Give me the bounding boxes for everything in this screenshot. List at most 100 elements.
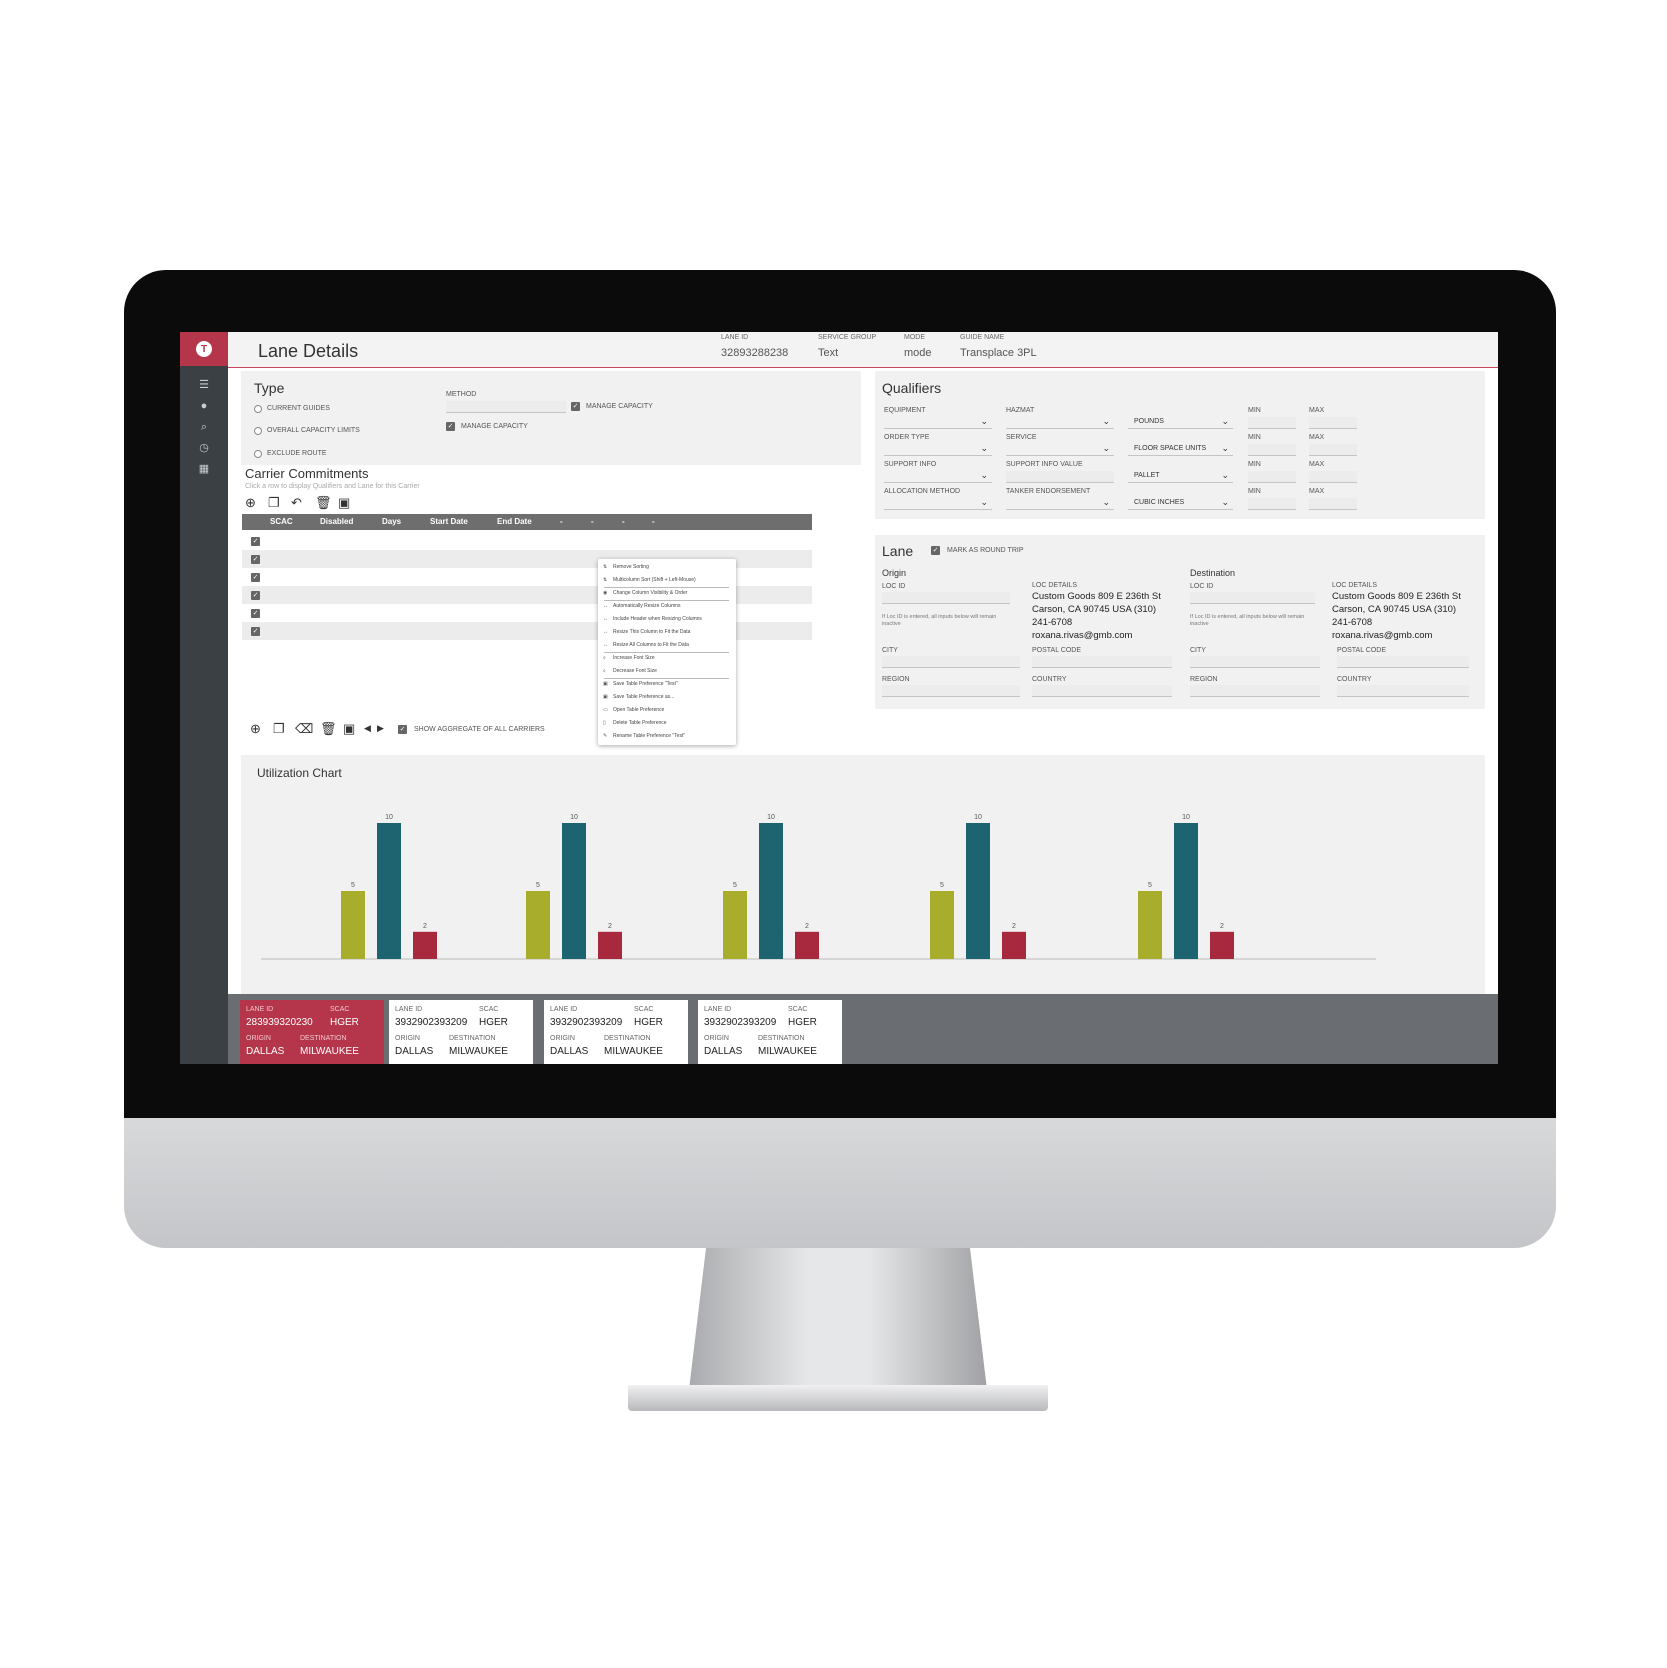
dashboard-icon[interactable]: ▦ [196,462,212,476]
menu-item-open-pref[interactable]: ▭ Open Table Preference [603,707,664,713]
delete-icon[interactable]: 🗑 [315,495,332,511]
col-days[interactable]: Days [382,517,401,526]
chart-bar[interactable] [341,891,365,959]
menu-item-save-pref-as[interactable]: ▣ Save Table Preference as... [603,694,674,700]
col-end-date[interactable]: End Date [497,517,532,526]
row-checkbox[interactable]: ✓ [251,573,260,582]
chart-bar[interactable] [1138,891,1162,959]
origin-city-input[interactable] [882,656,1020,668]
origin-country-input[interactable] [1032,685,1172,697]
dest-region-input[interactable] [1190,685,1320,697]
menu-item-resize-column[interactable]: ↔ Resize This Column to Fit the Data [603,629,690,635]
menu-item-column-visibility[interactable]: ◉ Change Column Visibility & Order [603,590,687,596]
min-input[interactable] [1248,498,1296,510]
chart-bar[interactable] [1002,931,1026,959]
dest-country-input[interactable] [1337,685,1469,697]
radio-exclude-route[interactable] [254,450,262,458]
chart-bar[interactable] [562,823,586,959]
support-info-select[interactable]: ⌄ [884,470,992,483]
menu-item-include-header[interactable]: ↔ Include Header when Resizing Columns [603,616,702,622]
radio-current-guides[interactable] [254,405,262,413]
menu-item-rename-pref[interactable]: ✎ Rename Table Preference "Test" [603,733,685,739]
clock-icon[interactable]: ◷ [196,441,212,455]
hazmat-select[interactable]: ⌄ [1006,416,1114,429]
row-checkbox[interactable]: ✓ [251,555,260,564]
search-icon[interactable]: ⌕ [196,420,212,434]
row-checkbox[interactable]: ✓ [251,627,260,636]
undo-icon[interactable]: ↶ [291,495,302,511]
save-icon[interactable]: ▣ [338,495,350,511]
menu-item-decrease-font[interactable]: ⌕ Decrease Font Size [603,668,657,674]
max-input[interactable] [1309,498,1357,510]
brand-logo[interactable]: T [180,332,228,366]
eraser-icon[interactable]: ⌫ [295,721,313,737]
menu-item-auto-resize[interactable]: ↔ Automatically Resize Columns [603,603,681,609]
lane-card[interactable]: LANE ID 3932902393209 SCAC HGER ORIGIN DALLAS… [698,1000,842,1064]
method-input[interactable] [446,401,566,413]
order-type-select[interactable]: ⌄ [884,443,992,456]
chart-bar[interactable] [759,823,783,959]
dest-postal-input[interactable] [1337,656,1469,668]
menu-item-save-pref[interactable]: ▣ Save Table Preference "Test" [603,681,678,687]
floor-space-select[interactable]: FLOOR SPACE UNITS ⌄ [1128,443,1233,456]
origin-postal-input[interactable] [1032,656,1172,668]
equipment-select[interactable]: ⌄ [884,416,992,429]
lane-card[interactable]: LANE ID 283939320230 SCAC HGER ORIGIN DALLAS D… [240,1000,384,1064]
next-icon[interactable]: ▶ [377,723,384,734]
col-scac[interactable]: SCAC [270,517,293,526]
prev-icon[interactable]: ◀ [364,723,371,734]
row-checkbox[interactable]: ✓ [251,537,260,546]
col-extra[interactable]: - [560,517,563,526]
dest-loc-id-input[interactable] [1190,592,1315,604]
chart-bar[interactable] [795,931,819,959]
menu-item-remove-sorting[interactable]: ⇅ Remove Sorting [603,564,649,570]
origin-region-input[interactable] [882,685,1020,697]
pallet-select[interactable]: PALLET ⌄ [1128,470,1233,483]
allocation-method-select[interactable]: ⌄ [884,497,992,510]
lane-card[interactable]: LANE ID 3932902393209 SCAC HGER ORIGIN DALLAS… [544,1000,688,1064]
tanker-endorsement-select[interactable]: ⌄ [1006,497,1114,510]
chart-bar[interactable] [723,891,747,959]
max-input[interactable] [1309,471,1357,483]
round-trip-checkbox[interactable]: ✓ [931,546,940,555]
user-icon[interactable]: ● [196,399,212,413]
manage-capacity-checkbox-2[interactable]: ✓ [446,422,455,431]
pounds-select[interactable]: POUNDS ⌄ [1128,416,1233,429]
origin-loc-id-input[interactable] [882,592,1010,604]
chart-bar[interactable] [526,891,550,959]
chart-bar[interactable] [413,931,437,959]
row-checkbox[interactable]: ✓ [251,591,260,600]
manage-capacity-checkbox[interactable]: ✓ [571,402,580,411]
chart-bar[interactable] [966,823,990,959]
copy-icon[interactable]: ❐ [268,495,280,511]
chart-bar[interactable] [1174,823,1198,959]
chart-bar[interactable] [598,931,622,959]
max-input[interactable] [1309,444,1357,456]
menu-icon[interactable]: ☰ [196,378,212,392]
col-extra[interactable]: - [622,517,625,526]
delete-icon[interactable]: 🗑 [320,721,337,737]
col-start-date[interactable]: Start Date [430,517,468,526]
col-extra[interactable]: - [591,517,594,526]
chart-bar[interactable] [1210,931,1234,959]
chart-bar[interactable] [930,891,954,959]
menu-item-multisort[interactable]: ⇅ Multicolumn Sort (Shift + Left-Mouse) [603,577,696,583]
dest-city-input[interactable] [1190,656,1320,668]
menu-item-resize-all[interactable]: ↔ Resize All Columns to Fit the Data [603,642,689,648]
add-icon[interactable]: ⊕ [245,495,256,511]
aggregate-checkbox[interactable]: ✓ [398,725,407,734]
min-input[interactable] [1248,444,1296,456]
table-row[interactable]: ✓ [242,532,812,550]
menu-item-delete-pref[interactable]: ▯ Delete Table Preference [603,720,667,726]
chart-bar[interactable] [377,823,401,959]
col-disabled[interactable]: Disabled [320,517,353,526]
max-input[interactable] [1309,417,1357,429]
cubic-inches-select[interactable]: CUBIC INCHES ⌄ [1128,497,1233,510]
copy-icon[interactable]: ❐ [273,721,285,737]
min-input[interactable] [1248,471,1296,483]
service-select[interactable]: ⌄ [1006,443,1114,456]
support-info-value-input[interactable] [1006,471,1114,483]
lane-card[interactable]: LANE ID 3932902393209 SCAC HGER ORIGIN DALLAS… [389,1000,533,1064]
min-input[interactable] [1248,417,1296,429]
radio-overall-capacity[interactable] [254,427,262,435]
